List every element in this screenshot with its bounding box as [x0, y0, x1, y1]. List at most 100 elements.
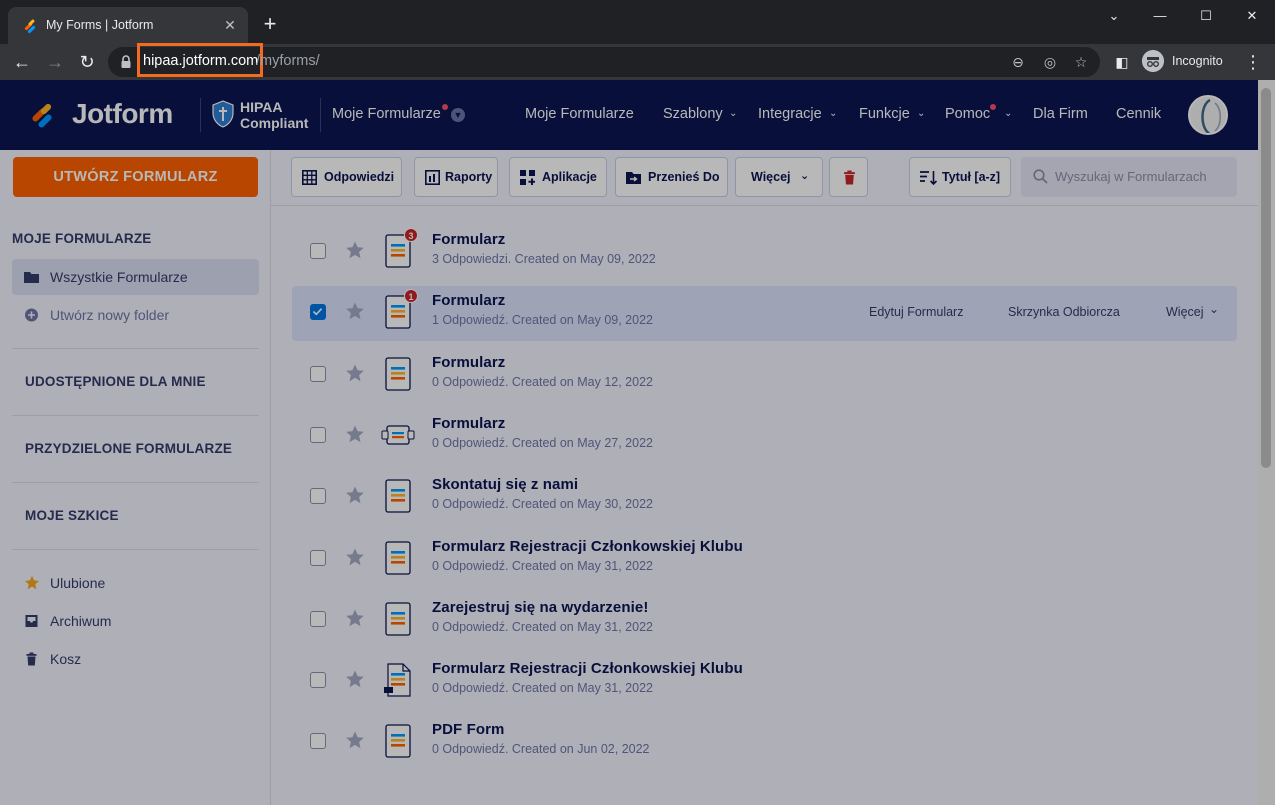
- minimize-window-icon[interactable]: —: [1137, 4, 1183, 28]
- reports-button[interactable]: Raporty: [414, 157, 498, 197]
- assigned-forms-heading[interactable]: PRZYDZIELONE FORMULARZE: [25, 441, 232, 456]
- form-row[interactable]: PDF Form 0 Odpowiedź. Created on Jun 02, …: [292, 715, 1237, 770]
- form-row[interactable]: 1 Formularz 1 Odpowiedź. Created on May 09…: [292, 286, 1237, 342]
- form-title[interactable]: Formularz: [432, 231, 505, 248]
- back-arrow-icon[interactable]: ←: [10, 50, 34, 74]
- form-title[interactable]: Formularz: [432, 292, 505, 309]
- sort-button[interactable]: Tytuł [a-z]: [909, 157, 1011, 197]
- row-more-button[interactable]: Więcej: [1166, 305, 1204, 319]
- shared-with-me-heading[interactable]: UDOSTĘPNIONE DLA MNIE: [25, 374, 206, 389]
- chevron-down-icon[interactable]: ▼: [451, 108, 465, 122]
- forward-arrow-icon[interactable]: →: [43, 50, 67, 74]
- form-row[interactable]: Formularz 0 Odpowiedź. Created on May 27,…: [292, 409, 1237, 464]
- divider: [12, 549, 259, 550]
- search-forms-input[interactable]: Wyszukaj w Formularzach: [1021, 157, 1237, 197]
- apps-button[interactable]: Aplikacje: [509, 157, 607, 197]
- form-title[interactable]: Skontatuj się z nami: [432, 476, 578, 493]
- form-row[interactable]: Formularz Rejestracji Członkowskiej Klub…: [292, 532, 1237, 587]
- form-checkbox[interactable]: [310, 304, 326, 321]
- favorite-star-icon[interactable]: [345, 608, 365, 628]
- maximize-window-icon[interactable]: ☐: [1183, 4, 1229, 28]
- sidebar-item-trash[interactable]: Kosz: [12, 641, 259, 677]
- nav-enterprise[interactable]: Dla Firm: [1033, 106, 1088, 122]
- my-drafts-heading[interactable]: MOJE SZKICE: [25, 508, 119, 523]
- nav-help[interactable]: Pomoc: [945, 106, 990, 122]
- jotform-logo-text[interactable]: Jotform: [72, 98, 173, 130]
- chevron-down-icon: ⌄: [1004, 108, 1013, 119]
- nav-features[interactable]: Funkcje: [859, 106, 910, 122]
- delete-button[interactable]: [829, 157, 868, 197]
- sidebar-item-new-folder[interactable]: Utwórz nowy folder: [12, 297, 259, 333]
- form-checkbox[interactable]: [310, 610, 326, 627]
- hipaa-shield-icon: [212, 100, 234, 128]
- side-panel-icon[interactable]: ◧: [1110, 50, 1134, 74]
- zoom-icon[interactable]: ⊖: [1008, 52, 1028, 72]
- form-checkbox[interactable]: [310, 426, 326, 443]
- incognito-icon: [1142, 50, 1164, 72]
- page-scrollbar[interactable]: [1258, 80, 1275, 805]
- more-actions-button[interactable]: Więcej ⌄: [735, 157, 823, 197]
- favorite-star-icon[interactable]: [345, 363, 365, 383]
- notification-dot: [990, 104, 996, 110]
- nav-templates[interactable]: Szablony: [663, 106, 723, 122]
- tab-close-icon[interactable]: ✕: [220, 15, 240, 35]
- form-title[interactable]: PDF Form: [432, 721, 504, 738]
- favorite-star-icon[interactable]: [345, 669, 365, 689]
- nav-integrations[interactable]: Integracje: [758, 106, 822, 122]
- form-title[interactable]: Formularz: [432, 354, 505, 371]
- my-forms-heading[interactable]: MOJE FORMULARZE: [12, 231, 152, 246]
- chevron-down-icon: ⌄: [917, 108, 926, 119]
- reload-icon[interactable]: ↻: [75, 50, 99, 74]
- edit-form-link[interactable]: Edytuj Formularz: [869, 305, 963, 319]
- close-window-icon[interactable]: ✕: [1229, 4, 1275, 28]
- bookmark-star-icon[interactable]: ☆: [1071, 52, 1091, 72]
- form-checkbox[interactable]: [310, 549, 326, 566]
- sidebar-item-favorites[interactable]: Ulubione: [12, 565, 259, 601]
- inbox-link[interactable]: Skrzynka Odbiorcza: [1008, 305, 1120, 319]
- more-label: Więcej: [751, 170, 791, 184]
- nav-my-forms[interactable]: Moje Formularze: [525, 106, 634, 122]
- favorite-star-icon[interactable]: [345, 547, 365, 567]
- form-row[interactable]: Formularz Rejestracji Członkowskiej Klub…: [292, 654, 1237, 709]
- tab-search-chevron-icon[interactable]: ⌄: [1091, 4, 1137, 28]
- card-form-icon: [381, 418, 415, 452]
- form-meta: 0 Odpowiedź. Created on Jun 02, 2022: [432, 742, 650, 757]
- form-row[interactable]: 3 Formularz 3 Odpowiedzi. Created on May 0…: [292, 225, 1237, 280]
- form-checkbox[interactable]: [310, 672, 326, 689]
- form-row[interactable]: Formularz 0 Odpowiedź. Created on May 12,…: [292, 348, 1237, 403]
- form-row[interactable]: Skontatuj się z nami 0 Odpowiedź. Created…: [292, 470, 1237, 525]
- sidebar-item-archive[interactable]: Archiwum: [12, 603, 259, 639]
- nav-pricing[interactable]: Cennik: [1116, 106, 1161, 122]
- tracking-protection-eye-icon[interactable]: ◎: [1040, 52, 1060, 72]
- form-checkbox[interactable]: [310, 733, 326, 750]
- favorite-star-icon[interactable]: [345, 730, 365, 750]
- move-to-button[interactable]: Przenieś Do: [615, 157, 728, 197]
- my-forms-dropdown[interactable]: Moje Formularze: [332, 106, 441, 122]
- favorite-star-icon[interactable]: [345, 485, 365, 505]
- form-meta: 1 Odpowiedź. Created on May 09, 2022: [432, 313, 653, 328]
- form-title[interactable]: Zarejestruj się na wydarzenie!: [432, 599, 648, 616]
- form-checkbox[interactable]: [310, 365, 326, 382]
- form-checkbox[interactable]: [310, 488, 326, 505]
- create-form-button[interactable]: UTWÓRZ FORMULARZ: [13, 157, 258, 197]
- favorite-star-icon[interactable]: [345, 424, 365, 444]
- form-row[interactable]: Zarejestruj się na wydarzenie! 0 Odpowied…: [292, 593, 1237, 648]
- browser-menu-icon[interactable]: ⋮: [1244, 50, 1262, 74]
- form-checkbox[interactable]: [310, 243, 326, 259]
- responses-button[interactable]: Odpowiedzi: [291, 157, 402, 197]
- form-title[interactable]: Formularz Rejestracji Członkowskiej Klub…: [432, 660, 743, 677]
- scrollbar-thumb[interactable]: [1261, 88, 1271, 468]
- bar-chart-icon: [425, 170, 440, 185]
- form-title[interactable]: Formularz Rejestracji Członkowskiej Klub…: [432, 538, 743, 555]
- favorite-star-icon[interactable]: [345, 240, 365, 260]
- new-tab-button[interactable]: +: [258, 13, 282, 37]
- form-title[interactable]: Formularz: [432, 415, 505, 432]
- form-meta: 0 Odpowiedź. Created on May 31, 2022: [432, 681, 653, 696]
- favorite-star-icon[interactable]: [345, 301, 365, 321]
- sidebar-item-all-forms[interactable]: Wszystkie Formularze: [12, 259, 259, 295]
- jotform-logo-icon[interactable]: [30, 100, 60, 130]
- avatar[interactable]: [1188, 95, 1228, 135]
- browser-tab[interactable]: My Forms | Jotform ✕: [8, 7, 248, 44]
- sidebar-item-label: Ulubione: [50, 575, 106, 591]
- address-bar[interactable]: hipaa.jotform.com /myforms/ ⊖ ◎ ☆: [108, 43, 1100, 77]
